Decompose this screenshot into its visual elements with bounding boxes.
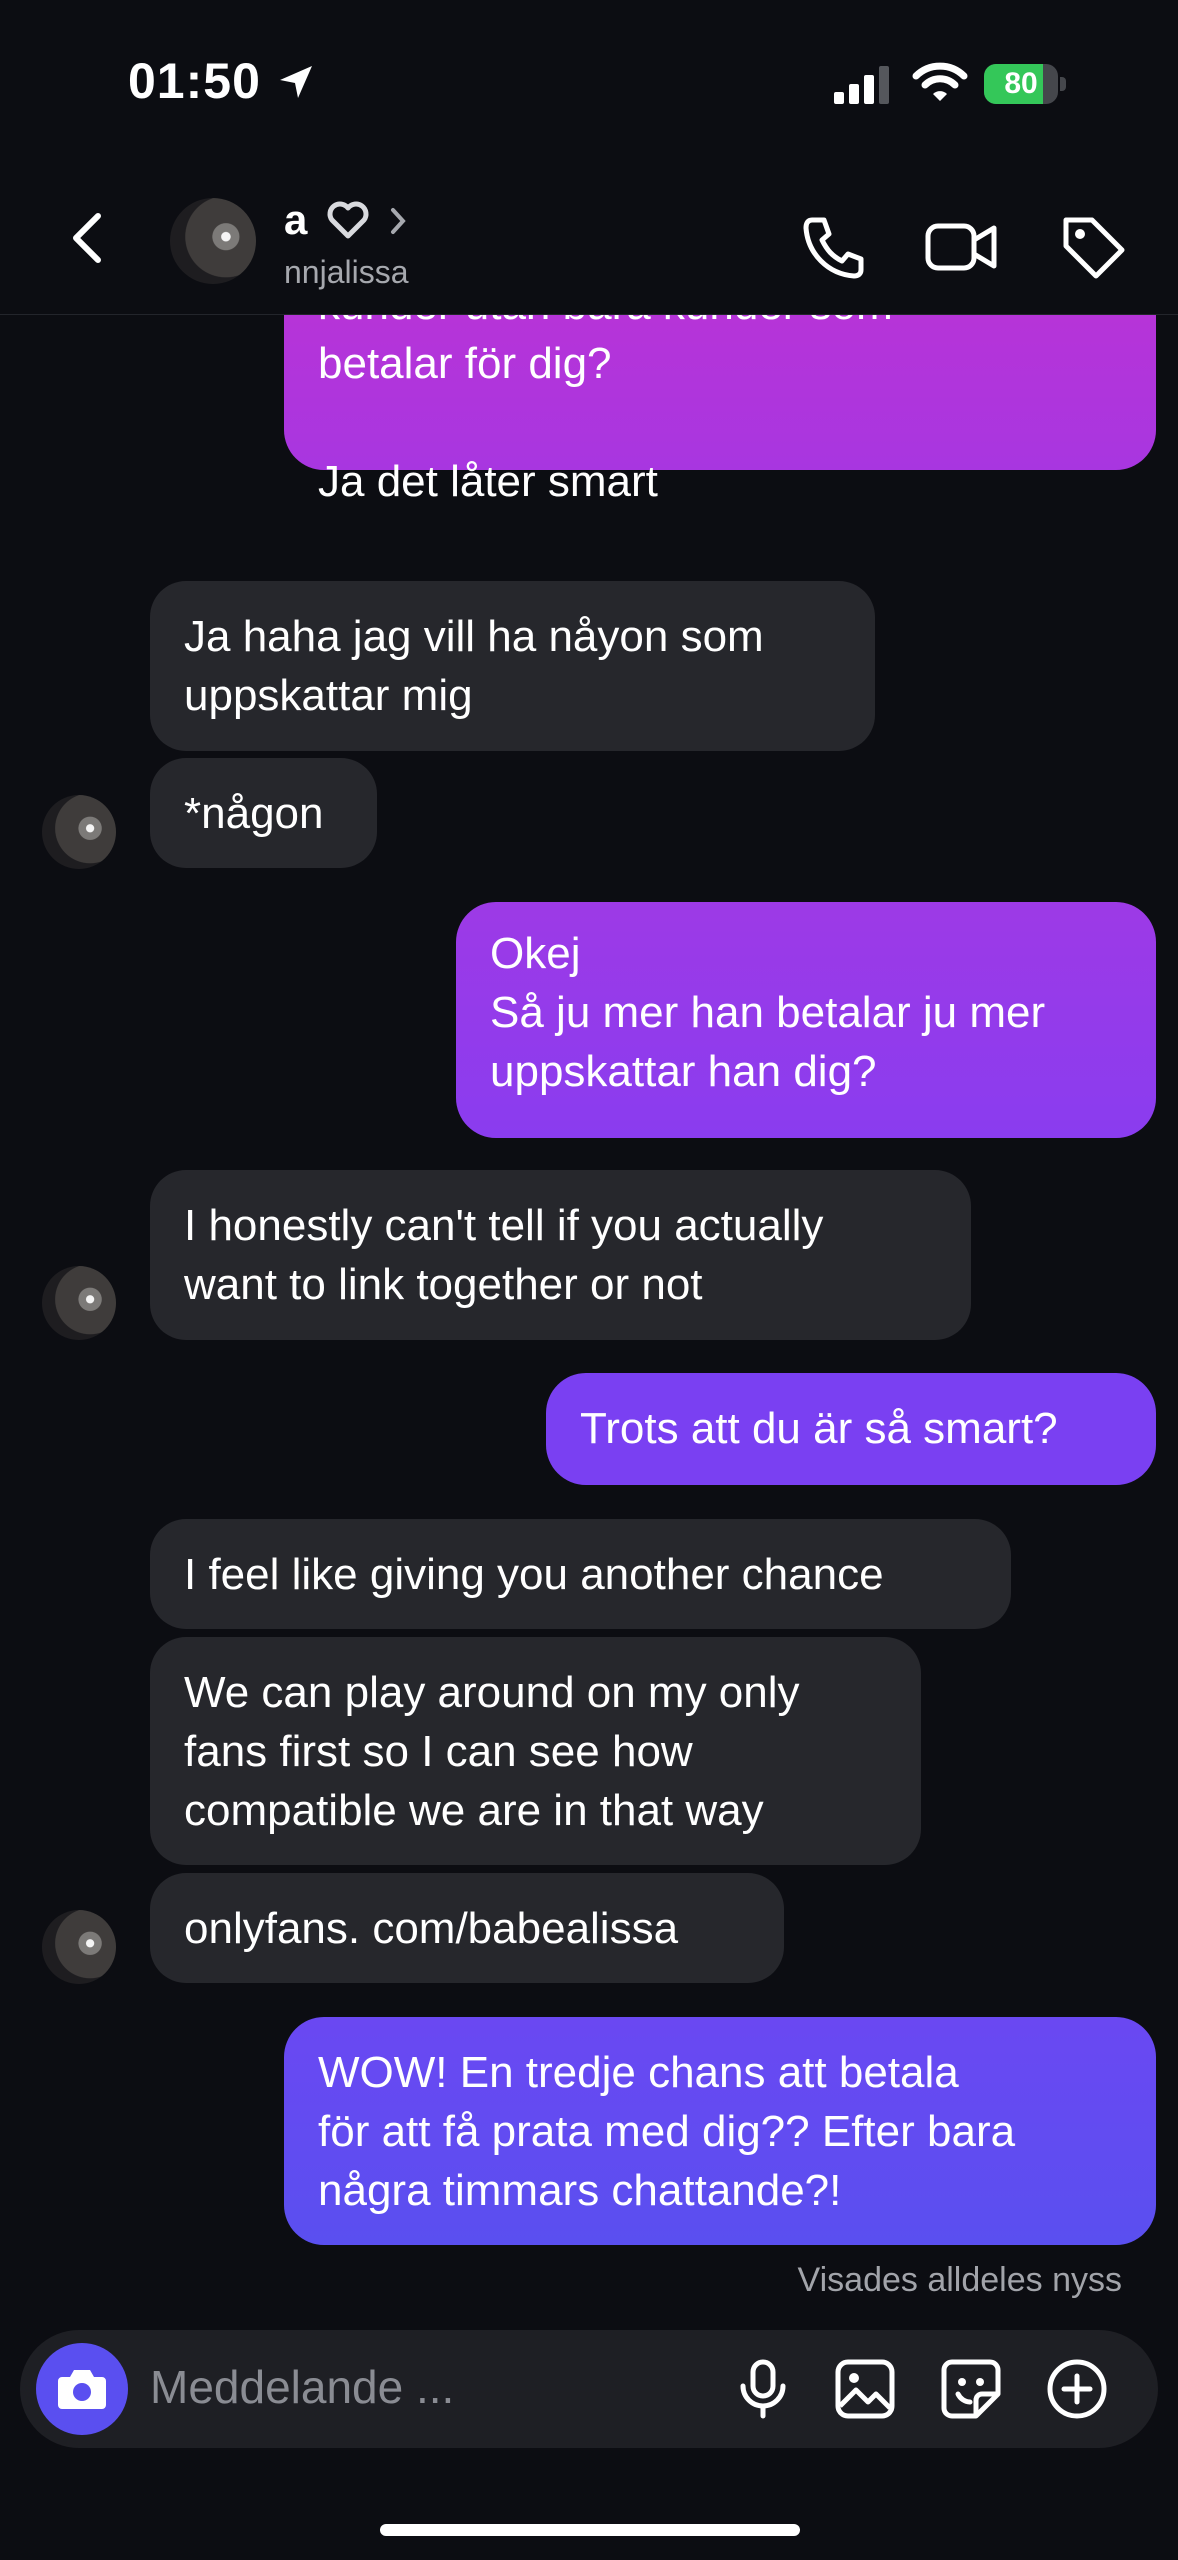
chevron-right-icon[interactable] [388,206,410,236]
camera-icon [58,2370,106,2409]
message-composer: Meddelande ... [20,2330,1158,2448]
sender-avatar[interactable] [42,795,116,869]
status-time: 01:50 [128,53,261,109]
gallery-icon[interactable] [832,2356,898,2422]
back-icon[interactable] [60,208,120,268]
message-bubble-incoming[interactable]: I honestly can't tell if you actually wa… [150,1170,971,1340]
contact-username[interactable]: nnjalissa [284,254,409,291]
wifi-icon [912,62,968,101]
status-bar: 01:50 80 [0,0,1178,150]
microphone-icon[interactable] [730,2356,796,2422]
contact-avatar[interactable] [170,198,256,284]
message-bubble-outgoing[interactable]: Okej Så ju mer han betalar ju mer uppska… [456,902,1156,1138]
video-icon[interactable] [924,212,1000,282]
message-bubble-outgoing[interactable]: WOW! En tredje chans att betala för att … [284,2017,1156,2245]
phone-icon[interactable] [798,212,868,282]
sender-avatar[interactable] [42,1266,116,1340]
message-list[interactable]: kunder utan bara kunder som betalar för … [0,315,1178,2305]
plus-icon[interactable] [1044,2356,1110,2422]
location-arrow-icon [280,66,312,98]
battery-indicator: 80 [984,64,1066,104]
sender-avatar[interactable] [42,1910,116,1984]
contact-name[interactable]: a [284,196,307,244]
home-indicator[interactable] [380,2524,800,2536]
message-bubble-outgoing[interactable]: kunder utan bara kunder som betalar för … [284,315,1156,506]
message-bubble-incoming[interactable]: Ja haha jag vill ha nåyon som uppskattar… [150,581,875,751]
message-bubble-incoming[interactable]: onlyfans. com/babealissa [150,1873,784,1983]
message-input[interactable]: Meddelande ... [150,2360,454,2414]
seen-status: Visades alldeles nyss [797,2261,1122,2299]
message-bubble-outgoing[interactable]: Trots att du är så smart? [546,1373,1156,1485]
message-bubble-incoming[interactable]: I feel like giving you another chance [150,1519,1011,1629]
message-bubble-incoming[interactable]: *någon [150,758,377,868]
heart-icon [327,201,369,239]
cellular-signal-icon [834,66,889,104]
tag-icon[interactable] [1058,212,1128,282]
chat-header: a nnjalissa [0,150,1178,315]
battery-percent: 80 [1004,67,1038,100]
message-bubble-incoming[interactable]: We can play around on my only fans first… [150,1637,921,1865]
sticker-icon[interactable] [938,2356,1004,2422]
camera-button[interactable] [36,2343,128,2435]
